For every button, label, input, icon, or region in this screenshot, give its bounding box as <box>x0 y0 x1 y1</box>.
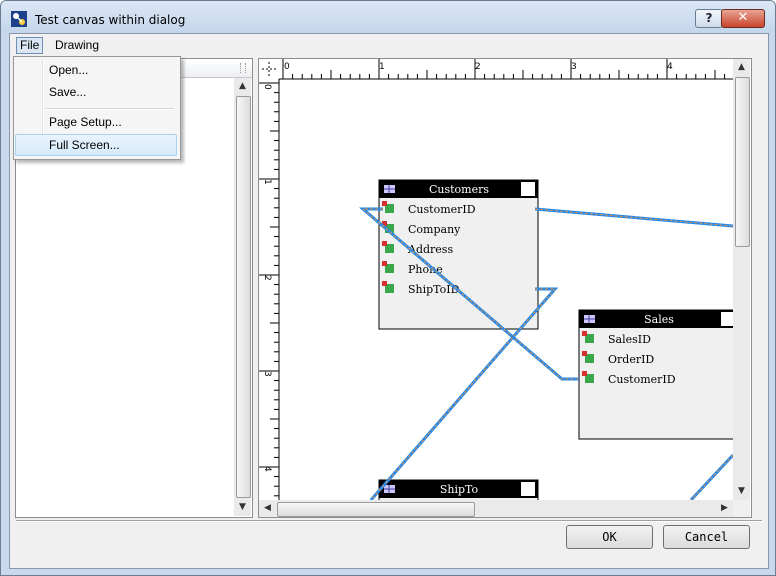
canvas-hscroll-thumb[interactable] <box>277 502 475 517</box>
cancel-button[interactable]: Cancel <box>663 525 750 549</box>
ok-button[interactable]: OK <box>566 525 653 549</box>
tree-scroll-thumb[interactable] <box>236 96 251 498</box>
collapse-icon[interactable] <box>721 312 733 326</box>
table-field-label: Company <box>408 223 461 236</box>
table-field-label: SalesID <box>608 333 651 346</box>
table-grid-icon <box>584 315 595 323</box>
dialog-window: Test canvas within dialog ? ✕ File Drawi… <box>0 0 776 576</box>
menu-item-full-screen[interactable]: Full Screen... <box>15 134 177 156</box>
collapse-icon[interactable] <box>521 482 535 496</box>
shipto-table[interactable]: ShipTo <box>378 479 539 500</box>
canvas-vertical-scrollbar[interactable]: ▲ ▼ <box>733 59 750 500</box>
customers-table[interactable]: Customers CustomerIDCompanyAddressPhoneS… <box>378 179 539 330</box>
h-ruler-label-3: 3 <box>571 62 577 72</box>
table-field-label: OrderID <box>608 353 654 366</box>
button-divider <box>16 520 762 522</box>
sales-table[interactable]: Sales SalesID OrderID CustomerID <box>578 309 733 440</box>
v-ruler-label-0: 0 <box>262 84 272 90</box>
menu-file[interactable]: File <box>16 37 44 54</box>
scroll-down-arrow-icon[interactable]: ▼ <box>234 499 251 516</box>
customers-table-title: Customers <box>429 183 489 196</box>
table-grid-icon <box>384 185 395 193</box>
sales-table-title: Sales <box>644 313 674 326</box>
tree-vertical-scrollbar[interactable]: ▲ ▼ <box>234 78 251 516</box>
file-dropdown-menu: Open... Save... Page Setup... Full Scree… <box>13 56 181 160</box>
v-ruler-label-3: 3 <box>262 371 272 377</box>
h-ruler-label-4: 4 <box>667 62 673 72</box>
diagram-canvas[interactable]: 0 1 2 3 4 0 1 2 3 4 Customers CustomerID… <box>258 58 752 518</box>
h-ruler-label-0: 0 <box>284 62 290 72</box>
column-resize-grip[interactable] <box>240 63 246 73</box>
menu-item-open[interactable]: Open... <box>16 60 176 80</box>
collapse-icon[interactable] <box>521 182 535 196</box>
table-field-label: CustomerID <box>408 203 476 216</box>
close-button[interactable]: ✕ <box>721 9 765 28</box>
window-title: Test canvas within dialog <box>35 13 186 27</box>
title-bar[interactable]: Test canvas within dialog ? ✕ <box>1 1 775 33</box>
table-field-label: CustomerID <box>608 373 676 386</box>
app-icon <box>11 11 27 27</box>
menu-separator <box>44 108 174 110</box>
menu-item-page-setup[interactable]: Page Setup... <box>16 112 176 132</box>
menu-item-save[interactable]: Save... <box>16 82 176 102</box>
scroll-up-arrow-icon[interactable]: ▲ <box>733 59 750 76</box>
table-grid-icon <box>384 485 395 493</box>
scroll-up-arrow-icon[interactable]: ▲ <box>234 78 251 95</box>
h-ruler-label-1: 1 <box>379 62 385 72</box>
link-line[interactable] <box>534 207 733 228</box>
scroll-right-arrow-icon[interactable]: ▶ <box>716 500 733 517</box>
menu-drawing[interactable]: Drawing <box>55 38 99 53</box>
shipto-table-title: ShipTo <box>440 483 479 496</box>
diagram-svg[interactable]: 0 1 2 3 4 0 1 2 3 4 Customers CustomerID… <box>259 59 733 500</box>
scrollbar-corner <box>733 500 750 517</box>
help-button[interactable]: ? <box>695 9 723 28</box>
v-ruler-label-4: 4 <box>262 466 272 472</box>
horizontal-ruler <box>259 59 733 79</box>
v-ruler-label-2: 2 <box>262 275 272 281</box>
v-ruler-label-1: 1 <box>262 179 272 185</box>
scroll-left-arrow-icon[interactable]: ◀ <box>259 500 276 517</box>
canvas-vscroll-thumb[interactable] <box>735 77 750 247</box>
scroll-down-arrow-icon[interactable]: ▼ <box>733 483 750 500</box>
menu-bar: File Drawing <box>10 34 768 54</box>
h-ruler-label-2: 2 <box>475 62 481 72</box>
canvas-horizontal-scrollbar[interactable]: ◀ ▶ <box>259 500 733 517</box>
